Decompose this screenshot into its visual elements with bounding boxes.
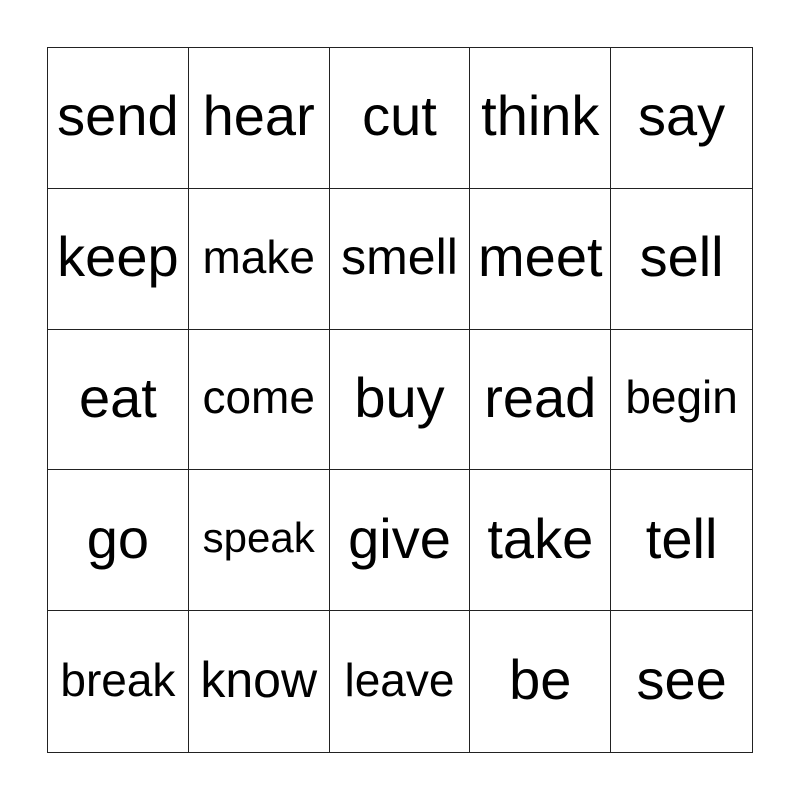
bingo-cell[interactable]: meet xyxy=(470,188,612,330)
bingo-cell[interactable]: eat xyxy=(48,329,189,471)
bingo-cell[interactable]: speak xyxy=(188,470,330,612)
bingo-cell[interactable]: make xyxy=(188,188,330,330)
bingo-cell[interactable]: see xyxy=(611,611,752,752)
bingo-cell[interactable]: send xyxy=(48,48,189,189)
bingo-cell[interactable]: leave xyxy=(330,611,471,752)
bingo-cell[interactable]: go xyxy=(48,470,189,612)
bingo-cell[interactable]: think xyxy=(470,48,612,189)
bingo-cell[interactable]: say xyxy=(611,48,752,189)
bingo-cell[interactable]: sell xyxy=(611,189,752,330)
bingo-cell[interactable]: know xyxy=(189,611,330,752)
bingo-cell[interactable]: buy xyxy=(329,329,471,471)
bingo-cell[interactable]: keep xyxy=(48,188,189,330)
bingo-board: send hear cut think say keep make smell … xyxy=(47,47,753,753)
bingo-cell[interactable]: begin xyxy=(611,330,752,471)
bingo-cell[interactable]: tell xyxy=(611,470,752,612)
bingo-cell[interactable]: hear xyxy=(188,48,330,189)
bingo-cell[interactable]: cut xyxy=(329,48,471,189)
bingo-cell[interactable]: smell xyxy=(329,188,471,330)
bingo-cell[interactable]: break xyxy=(48,611,189,752)
bingo-cell[interactable]: read xyxy=(470,329,612,471)
bingo-cell[interactable]: come xyxy=(188,329,330,471)
bingo-cell[interactable]: take xyxy=(470,470,612,612)
bingo-cell[interactable]: give xyxy=(329,470,471,612)
bingo-cell[interactable]: be xyxy=(470,611,612,752)
